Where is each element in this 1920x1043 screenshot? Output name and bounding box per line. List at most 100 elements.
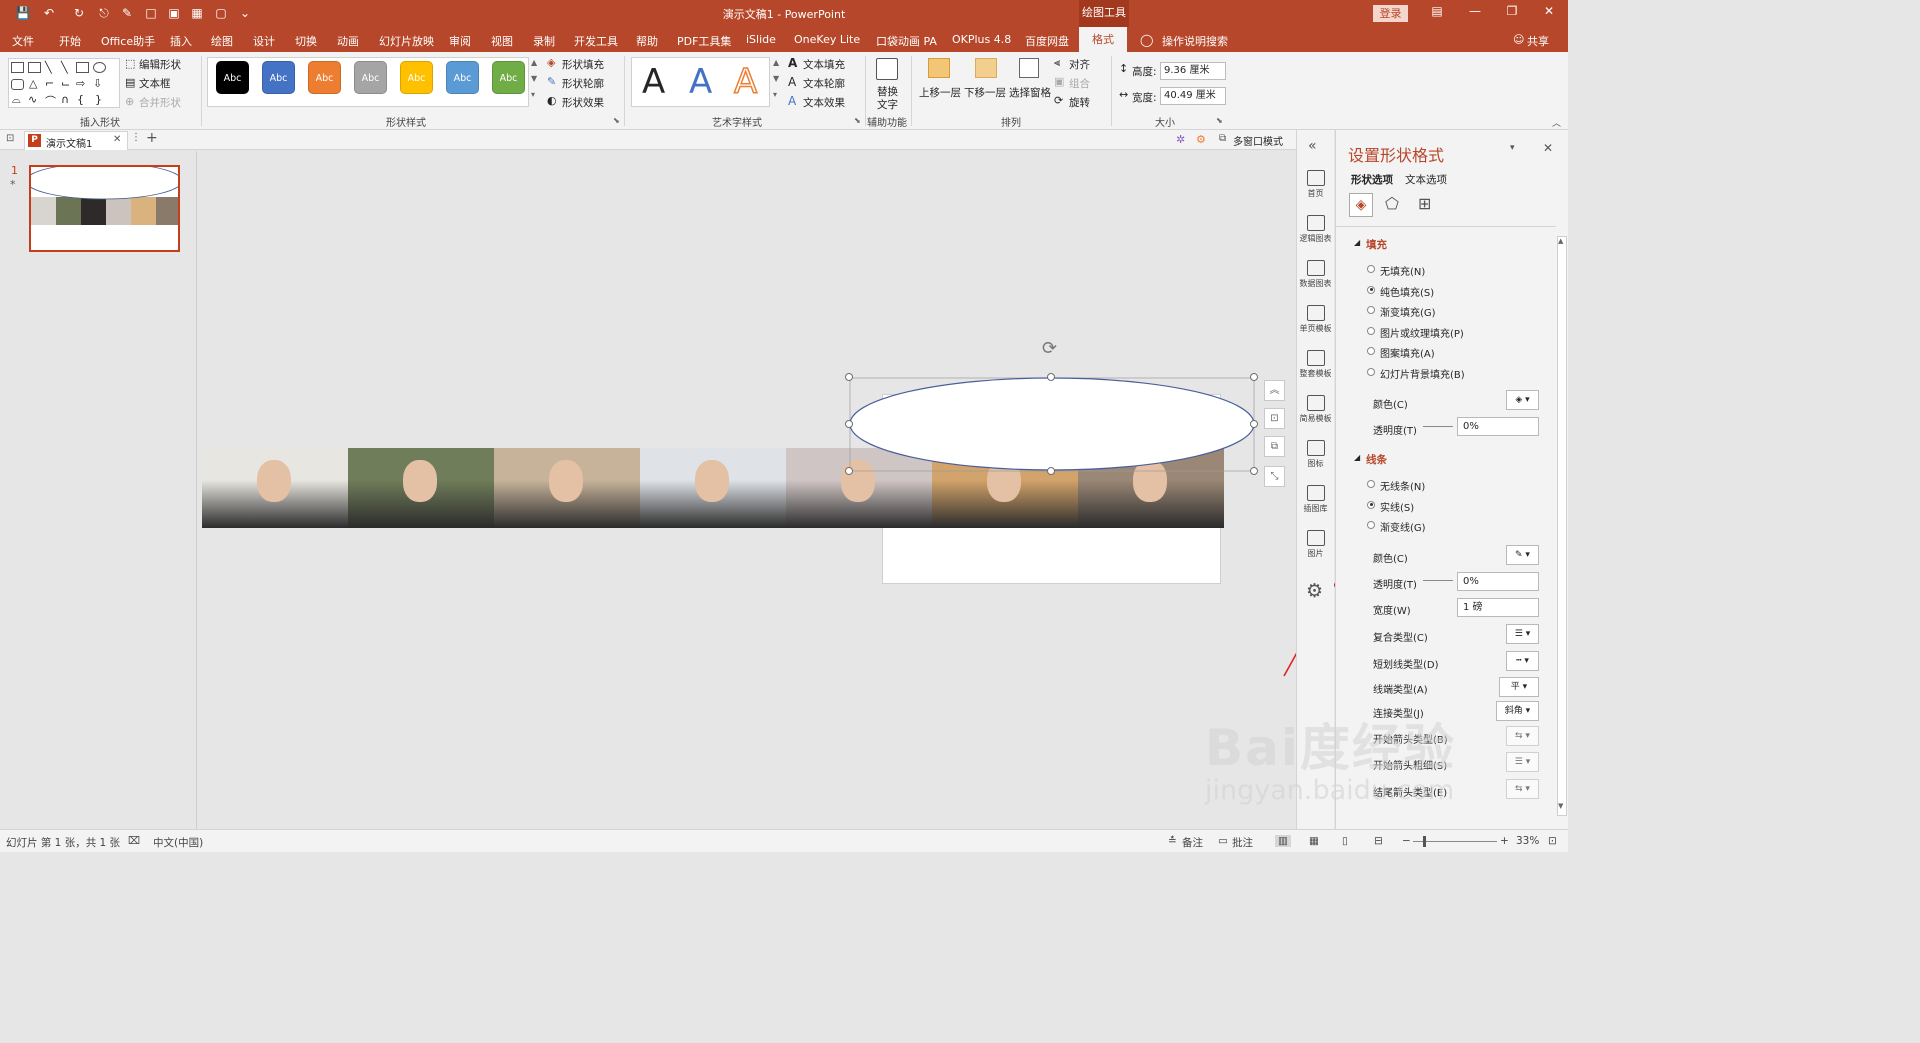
language-status[interactable]: 中文(中国)	[153, 835, 203, 850]
tab-review[interactable]: 审阅	[449, 33, 471, 49]
islide-settings-icon[interactable]: ⚙	[1306, 580, 1323, 602]
shape-style-swatch[interactable]: Abc	[446, 61, 479, 94]
tab-home[interactable]: 开始	[59, 33, 81, 49]
collapse-ribbon-icon[interactable]: ︿	[1552, 116, 1561, 129]
fill-radio[interactable]	[1367, 347, 1375, 355]
islide-item[interactable]: 单页模板	[1297, 305, 1334, 334]
tab-pocket-animation[interactable]: 口袋动画 PA	[876, 33, 937, 49]
dash-type-dropdown[interactable]: ┅ ▾	[1506, 651, 1539, 671]
width-input[interactable]: 40.49 厘米	[1160, 87, 1226, 105]
size-launcher-icon[interactable]: ⬊	[1216, 116, 1223, 125]
portrait-photo[interactable]	[202, 448, 348, 528]
size-properties-icon[interactable]: ⊞	[1418, 194, 1431, 213]
rounded-rect-icon[interactable]	[11, 79, 24, 90]
tab-slideshow[interactable]: 幻灯片放映	[379, 33, 434, 49]
curved-connector-icon[interactable]: ⌙	[61, 77, 70, 90]
text-outline-button[interactable]: 文本轮廓	[803, 76, 845, 91]
zoom-level[interactable]: 33%	[1516, 835, 1539, 847]
selection-pane-button[interactable]: 选择窗格	[1009, 85, 1051, 100]
close-tab-icon[interactable]: ✕	[113, 134, 121, 145]
resize-handle-top-right[interactable]	[1250, 373, 1258, 381]
tab-okplus[interactable]: OKPlus 4.8	[952, 33, 1011, 46]
fill-radio[interactable]	[1367, 265, 1375, 273]
islide-item[interactable]: 首页	[1297, 170, 1334, 199]
text-fill-button[interactable]: 文本填充	[803, 57, 845, 72]
multi-window-button[interactable]: 多窗口模式	[1233, 133, 1283, 148]
settings-gear-small-icon[interactable]: ⚙	[1196, 133, 1206, 146]
line-option-label[interactable]: 渐变线(G)	[1380, 519, 1426, 534]
ribbon-display-icon[interactable]: ▤	[1427, 4, 1447, 22]
line-color-dropdown[interactable]: ✎ ▾	[1506, 545, 1539, 565]
shape-tool-icon[interactable]: ⊡	[1264, 408, 1285, 429]
share-button[interactable]: 共享	[1527, 33, 1549, 49]
plugin-icon[interactable]: ✲	[1176, 133, 1185, 146]
tab-more-icon[interactable]: ⋮	[131, 132, 141, 143]
height-input[interactable]: 9.36 厘米	[1160, 62, 1226, 80]
tab-insert[interactable]: 插入	[170, 33, 192, 49]
fill-section-header[interactable]: 填充	[1366, 237, 1387, 252]
comments-button[interactable]: 批注	[1232, 835, 1253, 850]
tab-pdf-tools[interactable]: PDF工具集	[677, 33, 731, 49]
islide-item[interactable]: 数据图表	[1297, 260, 1334, 289]
shape-style-swatch[interactable]: Abc	[400, 61, 433, 94]
scribble-icon[interactable]: ∿	[28, 93, 37, 106]
new-tab-icon[interactable]: +	[146, 130, 158, 146]
fit-slide-icon[interactable]: ⊡	[1548, 835, 1557, 847]
shape-effects-button[interactable]: 形状效果	[562, 95, 604, 110]
fill-transparency-input[interactable]: 0%	[1457, 417, 1539, 436]
triangle-shape-icon[interactable]: △	[29, 77, 37, 90]
tab-record[interactable]: 录制	[533, 33, 555, 49]
shape-style-swatch[interactable]: Abc	[216, 61, 249, 94]
rotate-handle-icon[interactable]: ⟳	[1042, 338, 1057, 359]
line-width-input[interactable]: 1 磅	[1457, 598, 1539, 617]
shape-style-swatch[interactable]: Abc	[308, 61, 341, 94]
fill-option-label[interactable]: 渐变填充(G)	[1380, 304, 1436, 319]
curve-shape-icon[interactable]: ∩	[61, 93, 69, 106]
fill-radio[interactable]	[1367, 285, 1375, 294]
normal-view-icon[interactable]: ▥	[1275, 835, 1291, 847]
bring-forward-button[interactable]: 上移一层	[919, 85, 961, 100]
freeform-icon[interactable]: ⌓	[12, 93, 21, 107]
portrait-photo[interactable]	[494, 448, 640, 528]
fill-option-label[interactable]: 纯色填充(S)	[1380, 284, 1434, 299]
portrait-photo[interactable]	[348, 448, 494, 528]
down-arrow-shape-icon[interactable]: ⇩	[93, 77, 102, 90]
tab-islide[interactable]: iSlide	[746, 33, 776, 46]
shape-styles-launcher-icon[interactable]: ⬊	[613, 116, 620, 125]
islide-item[interactable]: 整套模板	[1297, 350, 1334, 379]
fill-option-label[interactable]: 图案填充(A)	[1380, 345, 1435, 360]
selected-ellipse[interactable]	[848, 376, 1258, 476]
group-objects-button[interactable]: 组合	[1069, 76, 1090, 91]
end-arrow-type-dropdown[interactable]: ⇆ ▾	[1506, 779, 1539, 799]
merge-shapes-button[interactable]: 合并形状	[139, 95, 181, 110]
shape-style-swatch[interactable]: Abc	[492, 61, 525, 94]
resize-handle-top[interactable]	[1047, 373, 1055, 381]
zoom-out-icon[interactable]: −	[1402, 835, 1411, 847]
tab-transitions[interactable]: 切换	[295, 33, 317, 49]
line-option-label[interactable]: 无线条(N)	[1380, 478, 1425, 493]
panel-scrollbar[interactable]	[1557, 236, 1567, 816]
islide-item[interactable]: 逻辑图表	[1297, 215, 1334, 244]
bring-forward-icon[interactable]	[928, 58, 950, 78]
send-backward-button[interactable]: 下移一层	[964, 85, 1006, 100]
resize-handle-bottom-left[interactable]	[845, 467, 853, 475]
rectangle-shape-icon[interactable]	[76, 62, 89, 73]
fill-option-label[interactable]: 幻灯片背景填充(B)	[1380, 366, 1465, 381]
login-button[interactable]: 登录	[1373, 5, 1408, 22]
slide-sorter-icon[interactable]: ▦	[1309, 835, 1319, 847]
line-shape-icon[interactable]: ╲	[45, 61, 52, 74]
zoom-slider-thumb[interactable]	[1423, 836, 1426, 847]
elbow-connector-icon[interactable]: ⌐	[45, 77, 54, 90]
tab-office-helper[interactable]: Office助手	[101, 33, 155, 49]
line-radio[interactable]	[1367, 480, 1375, 488]
line-radio[interactable]	[1367, 521, 1375, 529]
tab-text-options[interactable]: 文本选项	[1405, 172, 1447, 187]
fill-collapse-icon[interactable]: ◢	[1354, 238, 1360, 247]
gallery-scroll-up-icon[interactable]: ▲	[531, 58, 537, 67]
line-transparency-input[interactable]: 0%	[1457, 572, 1539, 591]
shape-gallery[interactable]: ╲ ╲ △ ⌐ ⌙ ⇨ ⇩ ⌓ ∿ ⌒ ∩ { }	[8, 58, 120, 108]
shape-style-swatch[interactable]: Abc	[262, 61, 295, 94]
islide-item[interactable]: 图标	[1297, 440, 1334, 469]
fill-radio[interactable]	[1367, 367, 1375, 376]
tab-file[interactable]: 文件	[12, 33, 34, 49]
